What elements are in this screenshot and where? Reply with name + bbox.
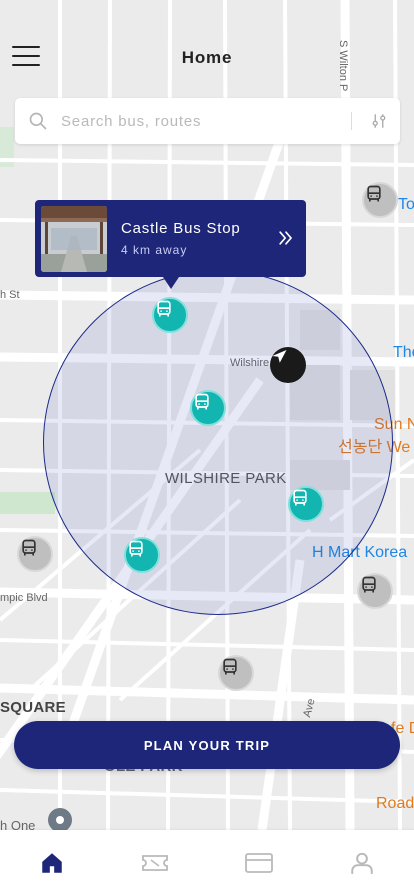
- filter-button[interactable]: [362, 98, 396, 144]
- bus-stop-marker[interactable]: [288, 486, 324, 522]
- map-label-district: SQUARE: [0, 699, 66, 716]
- bus-stop-marker[interactable]: [152, 297, 188, 333]
- search-icon: [15, 98, 61, 144]
- bottom-tab-bar: [0, 830, 414, 896]
- search-input[interactable]: [61, 112, 351, 130]
- navigation-arrow-icon: [272, 350, 287, 363]
- bus-stop-marker-distant[interactable]: [218, 655, 254, 691]
- app-header: Home: [0, 0, 414, 95]
- home-icon: [42, 853, 62, 873]
- tab-cards[interactable]: [207, 830, 311, 896]
- plan-trip-button[interactable]: PLAN YOUR TRIP: [14, 721, 400, 769]
- bus-icon: [129, 540, 143, 557]
- bus-stop-photo: [41, 206, 107, 272]
- tab-profile[interactable]: [311, 830, 414, 896]
- bus-icon: [22, 539, 36, 556]
- bus-icon: [367, 185, 381, 202]
- map-label-poi: h One: [0, 818, 36, 830]
- bus-icon: [223, 658, 237, 675]
- bus-stop-name: Castle Bus Stop: [121, 220, 241, 237]
- tab-home[interactable]: [0, 830, 104, 896]
- bus-stop-marker-distant[interactable]: [357, 573, 393, 609]
- map-label-street: mpic Blvd: [0, 592, 48, 604]
- bus-stop-marker[interactable]: [124, 537, 160, 573]
- bus-icon: [362, 576, 376, 593]
- map-label-poi: The: [393, 344, 414, 361]
- bus-icon: [157, 300, 171, 317]
- map-label-poi: Tor: [398, 196, 414, 213]
- search-radius-circle: [43, 270, 393, 615]
- map-label-street: h St: [0, 289, 20, 301]
- bus-stop-callout[interactable]: Castle Bus Stop 4 km away: [35, 200, 306, 289]
- filter-sliders-icon: [372, 114, 386, 128]
- search-bar[interactable]: [15, 98, 400, 144]
- double-chevron-right-icon[interactable]: [276, 228, 296, 248]
- bus-stop-marker-distant[interactable]: [362, 182, 398, 218]
- page-title: Home: [181, 48, 233, 67]
- ticket-icon: [142, 855, 169, 871]
- bus-icon: [293, 489, 307, 506]
- card-icon: [244, 853, 273, 873]
- profile-icon: [351, 852, 373, 874]
- search-divider: [351, 112, 352, 130]
- bus-stop-marker-distant[interactable]: [17, 536, 53, 572]
- bus-stop-marker[interactable]: [190, 390, 226, 426]
- tab-tickets[interactable]: [104, 830, 208, 896]
- bus-stop-distance: 4 km away: [121, 243, 188, 257]
- current-location-button[interactable]: [270, 347, 306, 383]
- map-label-poi: Road: [376, 795, 414, 812]
- bus-icon: [195, 393, 209, 410]
